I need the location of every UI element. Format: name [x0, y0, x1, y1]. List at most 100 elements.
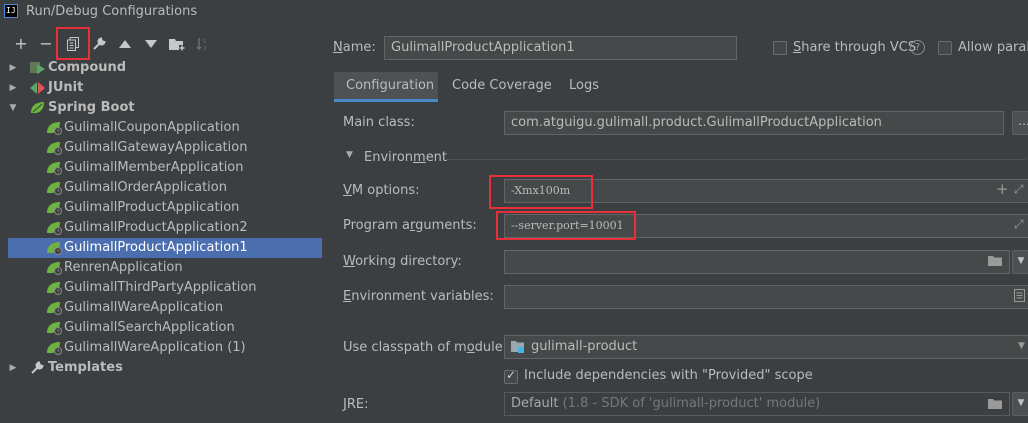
tree-item-spring-boot-config[interactable]: GulimallProductApplication1: [8, 238, 322, 258]
tree-item-spring-boot-config[interactable]: GulimallGatewayApplication: [8, 138, 322, 158]
list-icon[interactable]: [1014, 289, 1025, 305]
tree-item-spring-boot-config[interactable]: GulimallWareApplication (1): [8, 338, 322, 358]
name-label: Name:: [333, 40, 376, 55]
classpath-module-label: Use classpath of module:: [343, 340, 508, 355]
main-class-input[interactable]: com.atguigu.gulimall.product.GulimallPro…: [504, 111, 1004, 135]
program-arguments-input[interactable]: --server.port=10001: [504, 214, 1028, 238]
collapse-arrow-icon[interactable]: ▼: [346, 150, 353, 160]
include-dependencies-label[interactable]: Include dependencies with "Provided" sco…: [524, 368, 813, 383]
working-directory-label: Working directory:: [343, 254, 462, 269]
tree-item-spring-boot-config[interactable]: GulimallOrderApplication: [8, 178, 322, 198]
folder-icon[interactable]: [988, 255, 1002, 269]
tree-item-label: GulimallMemberApplication: [64, 160, 244, 175]
spring-boot-app-icon: [46, 261, 62, 275]
working-directory-input[interactable]: [504, 250, 1010, 274]
move-up-icon[interactable]: [116, 35, 134, 53]
wrench-icon: [30, 361, 46, 375]
environment-section-label[interactable]: Environment: [364, 150, 447, 165]
tree-item-spring-boot-config[interactable]: GulimallThirdPartyApplication: [8, 278, 322, 298]
share-vcs-label-text: hare through VCS: [801, 40, 917, 55]
expand-arrow-icon[interactable]: ▶: [8, 58, 18, 78]
expand-icon[interactable]: ⤢: [1014, 182, 1024, 197]
tree-group-templates[interactable]: ▶ Templates: [8, 358, 322, 378]
environment-variables-label: Environment variables:: [343, 289, 494, 304]
tree-item-spring-boot-config[interactable]: GulimallProductApplication2: [8, 218, 322, 238]
jre-label: JRE:: [343, 397, 369, 412]
tree-item-spring-boot-config[interactable]: GulimallSearchApplication: [8, 318, 322, 338]
tree-item-spring-boot-config[interactable]: RenrenApplication: [8, 258, 322, 278]
tab-configuration[interactable]: Configuration: [334, 72, 438, 102]
tree-item-label: RenrenApplication: [64, 260, 183, 275]
browse-main-class-button[interactable]: ...: [1012, 111, 1028, 135]
chevron-down-icon[interactable]: ▼: [1018, 341, 1025, 351]
wrench-icon[interactable]: [90, 35, 108, 53]
tree-item-spring-boot-config[interactable]: GulimallMemberApplication: [8, 158, 322, 178]
svg-text:1: 1: [203, 39, 207, 45]
tree-item-label: GulimallThirdPartyApplication: [64, 280, 257, 295]
allow-parallel-checkbox[interactable]: [938, 41, 952, 55]
sort-icon[interactable]: 12: [194, 35, 212, 53]
add-icon[interactable]: +: [12, 35, 30, 53]
vm-options-input[interactable]: -Xmx100m: [504, 179, 1028, 203]
include-dependencies-checkbox[interactable]: [504, 368, 518, 384]
environment-variables-input[interactable]: [504, 285, 1028, 309]
spring-boot-app-icon: [46, 181, 62, 195]
tab-code-coverage[interactable]: Code Coverage: [440, 72, 564, 102]
program-arguments-label: Program arguments:: [343, 218, 477, 233]
module-icon: [511, 340, 525, 356]
tree-item-label: GulimallOrderApplication: [64, 180, 227, 195]
allow-parallel-label[interactable]: Allow paral: [958, 40, 1028, 55]
configuration-tree: ▶ Compound ▶ JUnit ▼ Spring Boot Gulimal…: [8, 58, 322, 378]
jre-input[interactable]: Default (1.8 - SDK of 'gulimall-product'…: [504, 392, 1010, 416]
tree-group-junit[interactable]: ▶ JUnit: [8, 78, 322, 98]
tree-group-label: JUnit: [48, 80, 84, 95]
spring-boot-app-icon: [46, 121, 62, 135]
junit-icon: [30, 81, 46, 95]
new-folder-icon[interactable]: [168, 35, 186, 53]
tree-item-label: GulimallProductApplication: [64, 200, 240, 215]
spring-boot-app-icon: [46, 201, 62, 215]
add-icon[interactable]: +: [996, 180, 1009, 198]
move-down-icon[interactable]: [142, 35, 160, 53]
tab-logs[interactable]: Logs: [557, 72, 611, 102]
spring-boot-app-icon: [46, 341, 62, 355]
tree-group-label: Compound: [48, 60, 127, 75]
title-bar: IJ Run/Debug Configurations: [0, 0, 1028, 24]
intellij-app-icon: IJ: [4, 4, 18, 18]
chevron-down-icon[interactable]: ▼: [1012, 250, 1028, 274]
spring-boot-app-icon: [46, 281, 62, 295]
tree-item-spring-boot-config[interactable]: GulimallProductApplication: [8, 198, 322, 218]
spring-boot-app-icon: [46, 161, 62, 175]
remove-icon[interactable]: −: [37, 35, 55, 53]
copy-icon[interactable]: [64, 35, 82, 53]
svg-text:2: 2: [203, 46, 207, 51]
tree-item-spring-boot-config[interactable]: GulimallCouponApplication: [8, 118, 322, 138]
spring-boot-app-icon: [46, 141, 62, 155]
tree-item-label: GulimallWareApplication: [64, 300, 224, 315]
help-icon[interactable]: ?: [910, 40, 925, 55]
classpath-module-select[interactable]: gulimall-product: [504, 335, 1028, 359]
share-vcs-checkbox[interactable]: [773, 41, 787, 55]
configuration-panel: Name: GulimallProductApplication1 Share …: [330, 30, 1028, 423]
collapse-arrow-icon[interactable]: ▼: [8, 98, 18, 118]
tree-item-spring-boot-config[interactable]: GulimallWareApplication: [8, 298, 322, 318]
tree-group-spring-boot[interactable]: ▼ Spring Boot: [8, 98, 322, 118]
expand-arrow-icon[interactable]: ▶: [8, 78, 18, 98]
expand-arrow-icon[interactable]: ▶: [8, 358, 18, 378]
spring-boot-app-icon: [46, 241, 62, 255]
expand-icon[interactable]: ⤢: [1014, 217, 1024, 232]
spring-boot-app-icon: [46, 301, 62, 315]
tree-group-compound[interactable]: ▶ Compound: [8, 58, 322, 78]
jre-value: Default: [511, 396, 559, 411]
tree-item-label: GulimallProductApplication2: [64, 220, 248, 235]
tree-item-label: GulimallGatewayApplication: [64, 140, 248, 155]
folder-icon[interactable]: [988, 398, 1002, 412]
configuration-tab-content: Main class: com.atguigu.gulimall.product…: [334, 103, 1028, 423]
window-title: Run/Debug Configurations: [26, 4, 198, 19]
tree-item-label: GulimallWareApplication (1): [64, 340, 246, 355]
tree-item-label: GulimallCouponApplication: [64, 120, 240, 135]
chevron-down-icon[interactable]: ▼: [1012, 392, 1028, 416]
name-input[interactable]: GulimallProductApplication1: [384, 36, 737, 60]
share-vcs-label[interactable]: Share through VCS: [793, 40, 916, 55]
spring-boot-app-icon: [46, 221, 62, 235]
